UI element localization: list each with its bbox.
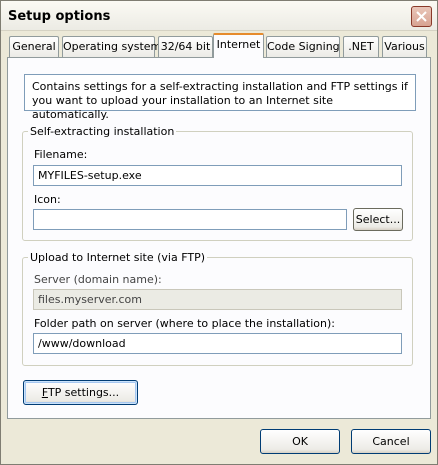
tab-32-64-bit[interactable]: 32/64 bit — [158, 36, 213, 57]
tab-net[interactable]: .NET — [343, 36, 379, 57]
tab-label: Internet — [216, 38, 261, 51]
select-icon-button[interactable]: Select... — [353, 208, 403, 231]
cancel-button[interactable]: Cancel — [351, 429, 431, 454]
title-bar[interactable]: Setup options — [1, 1, 437, 31]
server-field[interactable]: files.myserver.com — [33, 289, 402, 310]
tab-internet[interactable]: Internet — [213, 33, 264, 58]
setup-options-dialog: Setup options General Operating system 3… — [0, 0, 438, 465]
upload-ftp-legend: Upload to Internet site (via FTP) — [30, 251, 205, 264]
tab-label: Various — [384, 40, 425, 53]
close-button[interactable] — [411, 6, 432, 27]
folder-path-label: Folder path on server (where to place th… — [34, 317, 335, 330]
server-label: Server (domain name): — [34, 273, 162, 286]
info-description: Contains settings for a self-extracting … — [24, 74, 416, 121]
tab-label: Code Signing — [267, 40, 340, 53]
tab-code-signing[interactable]: Code Signing — [266, 36, 340, 57]
tab-operating-system[interactable]: Operating system — [62, 36, 161, 57]
filename-label: Filename: — [34, 148, 88, 161]
tab-label: General — [12, 40, 56, 53]
close-icon — [416, 11, 427, 22]
self-extracting-legend: Self-extracting installation — [30, 125, 175, 138]
tab-label: Operating system — [63, 40, 162, 53]
ok-button[interactable]: OK — [260, 429, 340, 454]
icon-field[interactable] — [33, 209, 347, 230]
tab-label: .NET — [348, 40, 374, 53]
tab-label: 32/64 bit — [160, 40, 211, 53]
window-title: Setup options — [8, 9, 111, 24]
ftp-settings-label: TP settings... — [47, 386, 120, 399]
tab-general[interactable]: General — [9, 36, 59, 57]
ftp-settings-button[interactable]: FTP settings... — [23, 380, 138, 405]
folder-path-field[interactable]: /www/download — [33, 333, 402, 354]
filename-field[interactable]: MYFILES-setup.exe — [33, 165, 402, 186]
tab-various[interactable]: Various — [382, 36, 427, 57]
icon-label: Icon: — [34, 193, 61, 206]
